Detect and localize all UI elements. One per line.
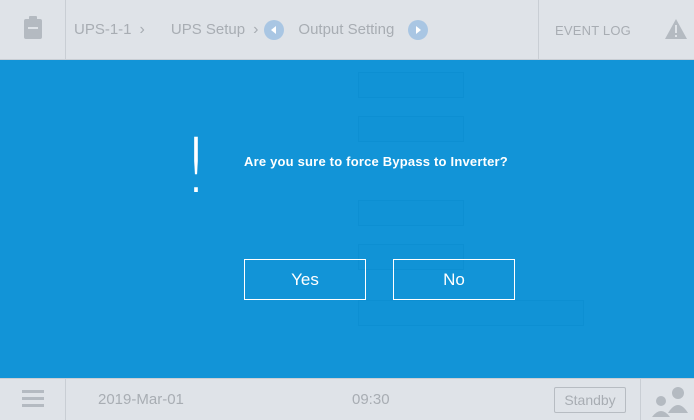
warning-icon	[664, 18, 688, 43]
menu-icon	[21, 389, 44, 411]
menu-button[interactable]	[0, 379, 66, 420]
status-badge: Standby	[554, 387, 626, 413]
no-button[interactable]: No	[393, 259, 515, 300]
left-arrow-circle-icon[interactable]	[264, 19, 285, 40]
yes-button[interactable]: Yes	[244, 259, 366, 300]
exclamation-icon: !	[180, 121, 212, 210]
chevron-right-icon: ›	[253, 20, 259, 38]
breadcrumb-output-setting: Output Setting	[298, 21, 395, 38]
time-display: 09:30	[352, 391, 390, 408]
breadcrumb-ups[interactable]: UPS-1-1	[66, 21, 140, 38]
date-display: 2019-Mar-01	[98, 391, 184, 408]
dialog-message: Are you sure to force Bypass to Inverter…	[244, 154, 508, 169]
event-log-label: EVENT LOG	[555, 22, 631, 38]
breadcrumb-ups-setup[interactable]: UPS Setup	[163, 21, 253, 38]
status-bar: 2019-Mar-01 09:30 Standby	[0, 378, 694, 420]
chevron-right-icon: ›	[139, 20, 145, 38]
event-log-button[interactable]: EVENT LOG	[538, 0, 694, 60]
home-icon	[22, 15, 44, 45]
confirm-dialog: ! Are you sure to force Bypass to Invert…	[0, 60, 694, 378]
home-button[interactable]	[0, 0, 66, 60]
right-arrow-circle-icon[interactable]	[408, 19, 429, 40]
user-icon[interactable]	[650, 383, 690, 420]
breadcrumb-bar: UPS-1-1 › UPS Setup › Output Setting EVE…	[0, 0, 694, 60]
